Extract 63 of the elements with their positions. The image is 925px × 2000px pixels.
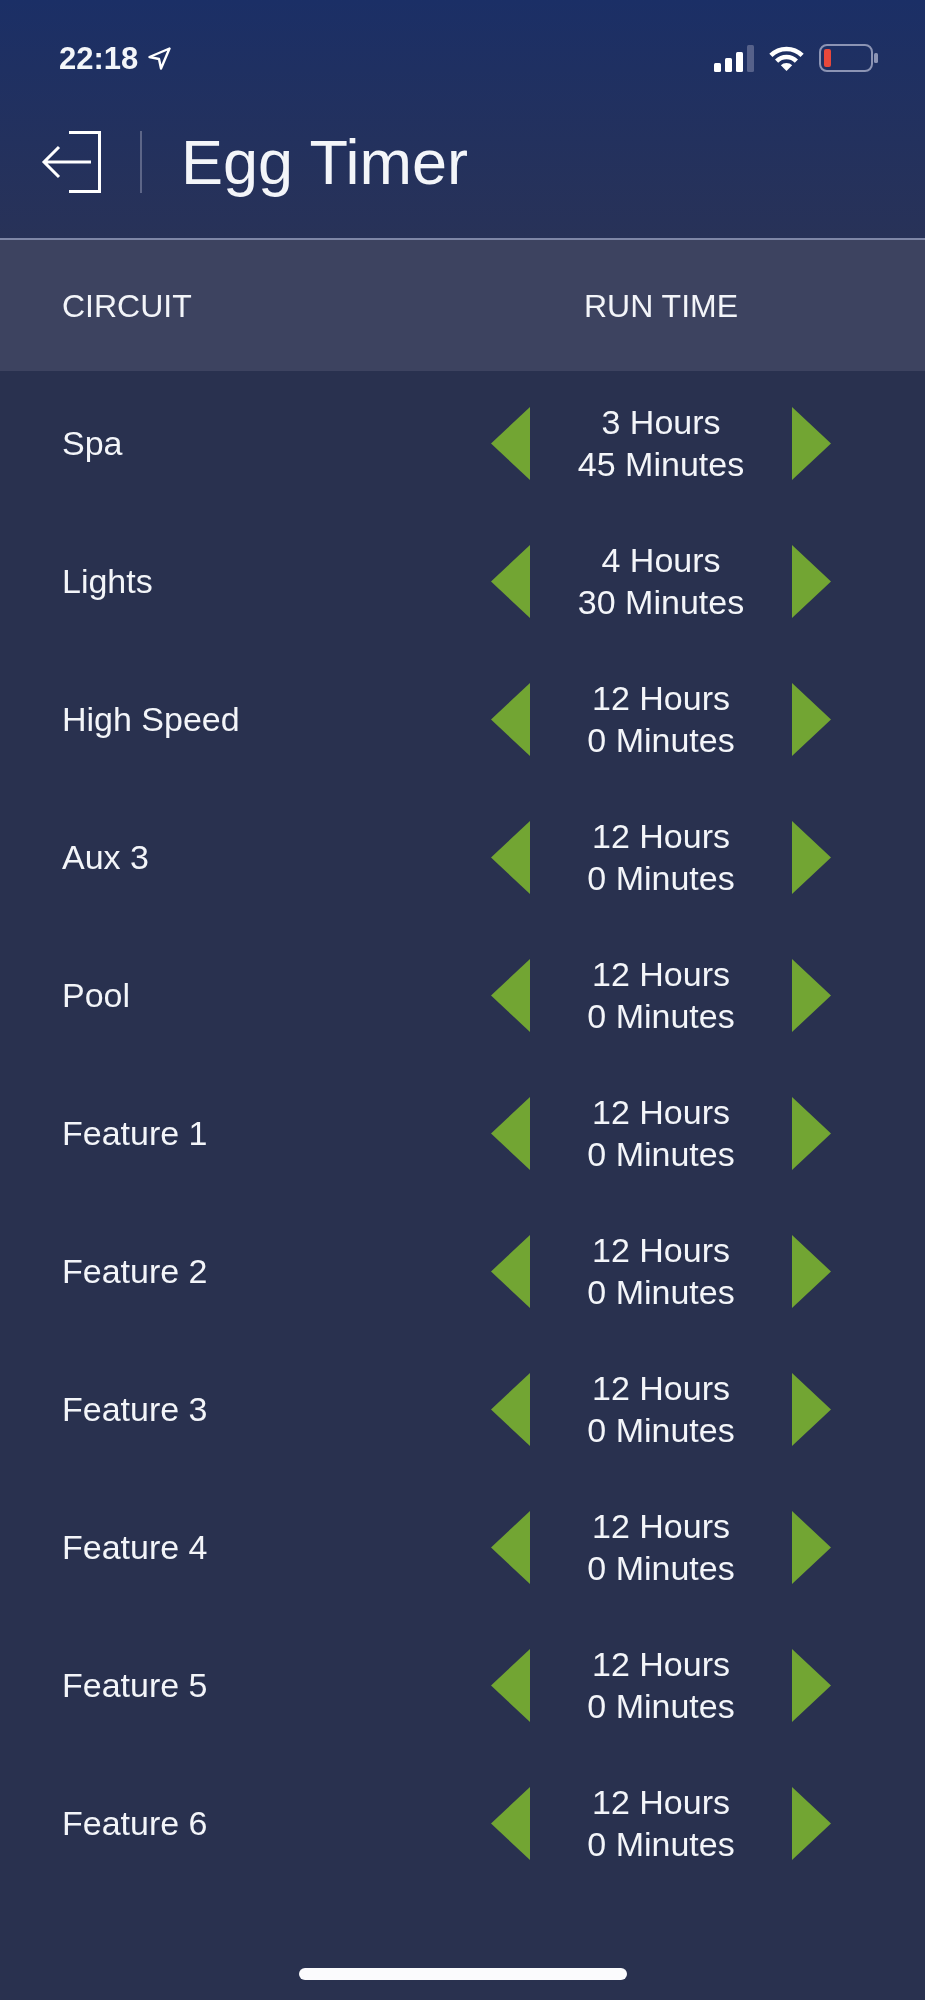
run-time-minutes: 0 Minutes <box>587 1824 735 1865</box>
run-time-hours: 12 Hours <box>592 816 730 857</box>
circuit-name: Feature 4 <box>62 1527 208 1568</box>
decrease-triangle-icon[interactable] <box>491 1648 530 1722</box>
run-time-minutes: 0 Minutes <box>587 720 735 761</box>
run-time-minutes: 0 Minutes <box>587 1410 735 1451</box>
circuit-name: Spa <box>62 423 123 464</box>
circuit-name: Feature 1 <box>62 1113 208 1154</box>
run-time-hours: 12 Hours <box>592 1644 730 1685</box>
run-time-minutes: 0 Minutes <box>587 1686 735 1727</box>
circuit-name: Feature 2 <box>62 1251 208 1292</box>
run-time-minutes: 0 Minutes <box>587 1272 735 1313</box>
circuit-name: High Speed <box>62 699 240 740</box>
run-time-minutes: 30 Minutes <box>577 582 745 623</box>
increase-triangle-icon[interactable] <box>792 820 831 894</box>
run-time-minutes: 0 Minutes <box>587 858 735 899</box>
circuit-name: Pool <box>62 975 131 1016</box>
increase-triangle-icon[interactable] <box>792 1096 831 1170</box>
run-time-hours: 12 Hours <box>592 1506 730 1547</box>
circuit-name: Feature 5 <box>62 1665 208 1706</box>
run-time-hours: 12 Hours <box>592 1782 730 1823</box>
location-arrow-icon <box>148 46 172 70</box>
decrease-triangle-icon[interactable] <box>491 1234 530 1308</box>
increase-triangle-icon[interactable] <box>792 1786 831 1860</box>
run-time-hours: 12 Hours <box>592 1230 730 1271</box>
increase-triangle-icon[interactable] <box>792 1234 831 1308</box>
decrease-triangle-icon[interactable] <box>491 1096 530 1170</box>
decrease-triangle-icon[interactable] <box>491 1786 530 1860</box>
run-time-hours: 12 Hours <box>592 1092 730 1133</box>
increase-triangle-icon[interactable] <box>792 958 831 1032</box>
decrease-triangle-icon[interactable] <box>491 820 530 894</box>
column-header: RUN TIME <box>583 289 739 322</box>
exit-icon[interactable] <box>41 131 101 193</box>
circuit-name: Feature 3 <box>62 1389 208 1430</box>
run-time-hours: 12 Hours <box>592 678 730 719</box>
circuit-name: Lights <box>62 561 153 602</box>
decrease-triangle-icon[interactable] <box>491 544 530 618</box>
circuit-name: Feature 6 <box>62 1803 208 1844</box>
run-time-hours: 12 Hours <box>592 1368 730 1409</box>
signal-icon <box>714 44 754 72</box>
increase-triangle-icon[interactable] <box>792 1648 831 1722</box>
increase-triangle-icon[interactable] <box>792 406 831 480</box>
decrease-triangle-icon[interactable] <box>491 682 530 756</box>
decrease-triangle-icon[interactable] <box>491 406 530 480</box>
run-time-hours: 12 Hours <box>592 954 730 995</box>
run-time-minutes: 0 Minutes <box>587 1548 735 1589</box>
run-time-hours: 4 Hours <box>601 540 721 581</box>
increase-triangle-icon[interactable] <box>792 1510 831 1584</box>
decrease-triangle-icon[interactable] <box>491 1510 530 1584</box>
battery-icon <box>819 44 879 72</box>
run-time-minutes: 0 Minutes <box>587 1134 735 1175</box>
decrease-triangle-icon[interactable] <box>491 958 530 1032</box>
run-time-hours: 3 Hours <box>601 402 721 443</box>
wifi-icon <box>767 44 806 72</box>
status-time: 22:18 <box>59 42 139 74</box>
increase-triangle-icon[interactable] <box>792 544 831 618</box>
increase-triangle-icon[interactable] <box>792 1372 831 1446</box>
decrease-triangle-icon[interactable] <box>491 1372 530 1446</box>
run-time-minutes: 0 Minutes <box>587 996 735 1037</box>
circuit-name: Aux 3 <box>62 837 149 878</box>
column-header: CIRCUIT <box>62 289 192 322</box>
increase-triangle-icon[interactable] <box>792 682 831 756</box>
run-time-minutes: 45 Minutes <box>577 444 745 485</box>
